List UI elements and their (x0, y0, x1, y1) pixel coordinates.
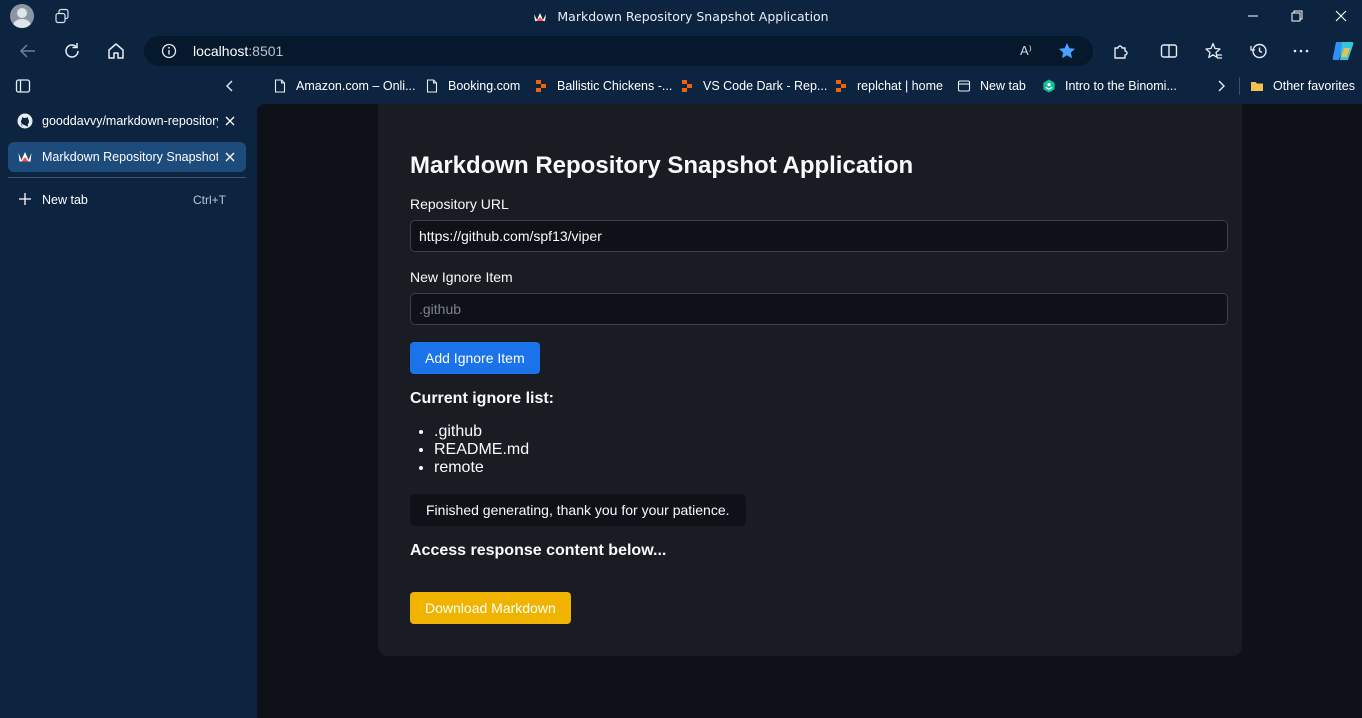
bookmark-item[interactable]: Booking.com (425, 77, 520, 95)
replit-icon (836, 80, 846, 92)
tab-github[interactable]: gooddavvy/markdown-repository (8, 106, 246, 136)
status-message: Finished generating, thank you for your … (410, 494, 746, 526)
collapse-sidebar-icon[interactable] (222, 78, 238, 94)
bookmark-label: replchat | home (857, 79, 943, 93)
bookmark-label: Other favorites (1273, 79, 1355, 93)
app-title: Markdown Repository Snapshot Application (410, 152, 914, 179)
page-viewport: Markdown Repository Snapshot Application… (257, 104, 1362, 718)
navigation-bar: localhost:8501 A⁾ (0, 32, 1362, 70)
bookmark-item[interactable]: replchat | home (834, 77, 943, 95)
bookmark-item[interactable]: Amazon.com – Onli... (273, 77, 416, 95)
close-window-icon[interactable] (1331, 6, 1351, 26)
url-text: localhost:8501 (193, 43, 283, 59)
url-host: localhost (193, 43, 249, 59)
new-ignore-item-input[interactable] (411, 294, 1227, 324)
app-container: Markdown Repository Snapshot Application… (378, 104, 1242, 656)
list-item: README.md (434, 441, 529, 459)
streamlit-icon (18, 152, 32, 162)
refresh-icon[interactable] (61, 40, 83, 62)
tab-label: gooddavvy/markdown-repository (42, 114, 218, 128)
list-item: .github (434, 423, 529, 441)
response-heading: Access response content below... (410, 542, 667, 559)
bookmark-item[interactable]: Intro to the Binomi... (1042, 77, 1177, 95)
streamlit-icon (534, 13, 547, 21)
back-icon[interactable] (17, 40, 39, 62)
ignore-list: .github README.md remote (434, 423, 529, 477)
new-tab-shortcut: Ctrl+T (193, 193, 226, 207)
title-bar: Markdown Repository Snapshot Application (0, 0, 1362, 32)
bookmarks-divider (1239, 77, 1240, 95)
add-ignore-item-button[interactable]: Add Ignore Item (410, 342, 540, 374)
repository-url-input[interactable] (411, 221, 1227, 251)
bookmark-label: Ballistic Chickens -... (557, 79, 673, 93)
repository-url-label: Repository URL (410, 196, 509, 212)
plus-icon (19, 193, 31, 205)
restore-icon[interactable] (1287, 6, 1307, 26)
newtab-icon (957, 80, 971, 92)
replit-icon (682, 80, 692, 92)
chevron-right-icon[interactable] (1213, 78, 1229, 94)
favorites-icon[interactable] (1203, 40, 1225, 62)
close-tab-icon[interactable] (222, 149, 238, 165)
list-item: remote (434, 459, 529, 477)
download-markdown-button[interactable]: Download Markdown (410, 592, 571, 624)
bookmark-item[interactable]: New tab (957, 77, 1026, 95)
home-icon[interactable] (105, 40, 127, 62)
window-title-text: Markdown Repository Snapshot Application (557, 9, 829, 24)
bookmark-label: Amazon.com – Onli... (296, 79, 416, 93)
bookmark-label: Intro to the Binomi... (1065, 79, 1177, 93)
khan-icon (1043, 79, 1055, 93)
repository-url-field[interactable] (410, 220, 1228, 252)
page-icon (426, 79, 438, 93)
address-bar[interactable]: localhost:8501 A⁾ (144, 36, 1093, 66)
tab-label: Markdown Repository Snapshot A (42, 150, 218, 164)
page-icon (274, 79, 286, 93)
tab-streamlit-app[interactable]: Markdown Repository Snapshot A (8, 142, 246, 172)
vertical-tabs-panel: gooddavvy/markdown-repository Markdown R… (0, 102, 256, 718)
url-port: :8501 (248, 43, 284, 59)
more-options-icon[interactable] (1290, 40, 1312, 62)
split-screen-icon[interactable] (1158, 40, 1180, 62)
read-aloud-icon[interactable]: A⁾ (1020, 43, 1038, 59)
close-tab-icon[interactable] (222, 113, 238, 129)
tab-sidebar-toggle-icon[interactable] (15, 78, 31, 94)
tabs-divider (8, 177, 246, 178)
minimize-icon[interactable] (1243, 6, 1263, 26)
new-ignore-item-field[interactable] (410, 293, 1228, 325)
new-ignore-item-label: New Ignore Item (410, 269, 513, 285)
bookmark-label: Booking.com (448, 79, 521, 93)
bookmark-label: New tab (980, 79, 1026, 93)
bookmark-item[interactable]: Ballistic Chickens -... (534, 77, 672, 95)
replit-icon (536, 80, 546, 92)
history-icon[interactable] (1248, 40, 1270, 62)
new-tab-label: New tab (42, 193, 88, 207)
github-icon (17, 113, 33, 129)
current-ignore-list-heading: Current ignore list: (410, 390, 555, 407)
bookmark-item[interactable]: VS Code Dark - Rep... (680, 77, 827, 95)
copilot-icon[interactable] (1330, 38, 1356, 64)
bookmark-label: VS Code Dark - Rep... (703, 79, 828, 93)
site-info-icon[interactable] (161, 43, 177, 59)
window-title: Markdown Repository Snapshot Application (0, 9, 1362, 24)
new-tab-button[interactable]: New tab Ctrl+T (8, 185, 246, 215)
bookmarks-bar: Amazon.com – Onli... Booking.com Ballist… (0, 70, 1362, 102)
extensions-icon[interactable] (1110, 40, 1132, 62)
folder-icon (1251, 82, 1263, 91)
favorite-star-icon[interactable] (1057, 41, 1077, 61)
other-favorites[interactable]: Other favorites (1250, 77, 1355, 95)
